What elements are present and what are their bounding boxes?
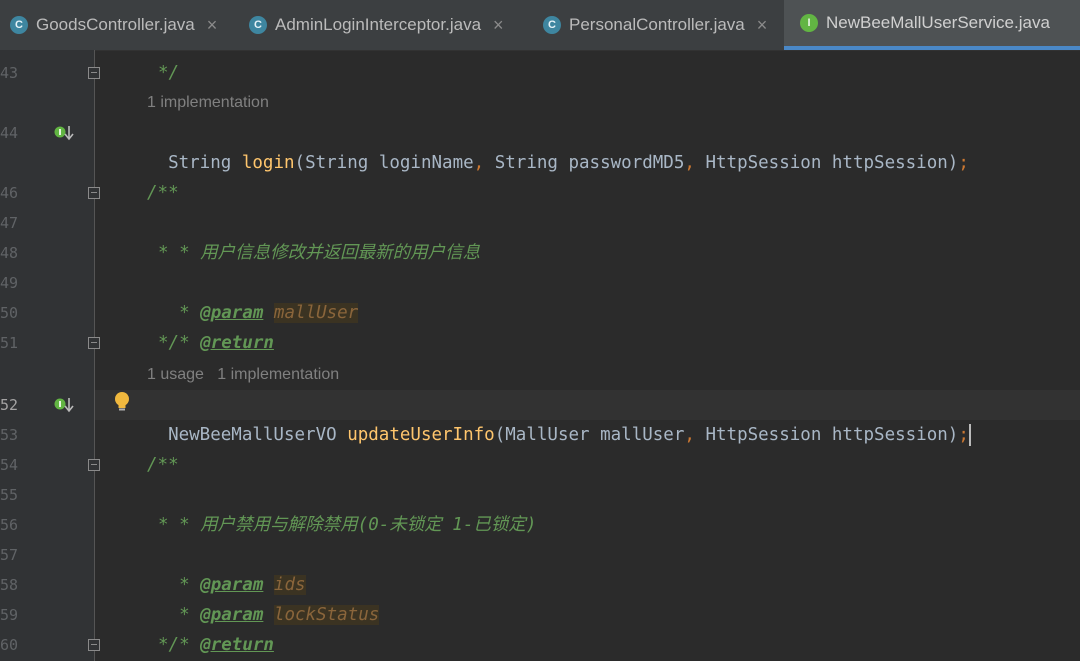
- tab-personal-controller[interactable]: C PersonalController.java ×: [543, 0, 767, 50]
- type-name: NewBeeMallUserVO: [168, 425, 348, 445]
- line-number: 59: [0, 606, 19, 624]
- close-icon[interactable]: ×: [207, 15, 218, 36]
- implementation-hint[interactable]: 1 implementation: [147, 88, 269, 118]
- line-number: 49: [0, 274, 19, 292]
- code-line-update: NewBeeMallUserVO updateUserInfo(MallUser…: [147, 390, 971, 446]
- method-name: updateUserInfo: [347, 425, 495, 445]
- semicolon: ;: [958, 425, 969, 445]
- javadoc-tag: @return: [200, 635, 274, 655]
- doc-comment-line: * @return: [158, 600, 274, 655]
- doc-star: *: [179, 243, 201, 263]
- line-number: 57: [0, 546, 19, 564]
- tab-label: PersonalController.java: [569, 15, 745, 34]
- tab-newbeemall-user-service[interactable]: I NewBeeMallUserService.java: [784, 0, 1080, 50]
- doc-comment-line: * 用户禁用与解除禁用(0-未锁定 1-已锁定): [158, 480, 536, 535]
- param: String loginName: [305, 153, 474, 173]
- doc-comment-line: * 用户信息修改并返回最新的用户信息: [158, 208, 480, 263]
- interface-icon: I: [800, 14, 818, 32]
- doc-comment-line: * @param mallUser: [158, 268, 359, 323]
- editor-tab-bar: C GoodsController.java × C AdminLoginInt…: [0, 0, 1080, 51]
- doc-comment-line: * @return: [158, 298, 274, 353]
- javadoc-param-name: mallUser: [273, 303, 359, 323]
- doc-star: *: [179, 515, 201, 535]
- tab-label: AdminLoginInterceptor.java: [275, 15, 482, 34]
- doc-comment-line: *: [158, 515, 169, 535]
- close-icon[interactable]: ×: [493, 15, 504, 36]
- paren: (: [294, 153, 306, 173]
- doc-comment-close: */: [158, 635, 180, 655]
- doc-comment-line: * @param ids: [158, 540, 306, 595]
- fold-toggle-icon[interactable]: [88, 639, 100, 651]
- doc-comment-close: */: [158, 333, 180, 353]
- tab-admin-login-interceptor[interactable]: C AdminLoginInterceptor.java ×: [249, 0, 504, 50]
- line-number: 53: [0, 426, 19, 444]
- doc-comment-line: *: [158, 243, 169, 263]
- param: String passwordMD5: [494, 153, 685, 173]
- line-number: 47: [0, 214, 19, 232]
- fold-toggle-icon[interactable]: [88, 187, 100, 199]
- class-icon: C: [543, 16, 561, 34]
- doc-text: 用户禁用与解除禁用(0-未锁定 1-已锁定): [200, 515, 537, 535]
- fold-toggle-icon[interactable]: [88, 67, 100, 79]
- text-caret: [968, 424, 971, 446]
- paren: ): [947, 425, 959, 445]
- tab-label: GoodsController.java: [36, 15, 195, 34]
- semicolon: ;: [958, 153, 969, 173]
- method-name: login: [241, 153, 295, 173]
- paren: ): [947, 153, 959, 173]
- type-name: String: [168, 153, 242, 173]
- line-number: 48: [0, 244, 19, 262]
- line-number: 55: [0, 486, 19, 504]
- doc-comment-line: * @param lockStatus: [158, 570, 380, 625]
- line-number: 54: [0, 456, 19, 474]
- paren: (: [494, 425, 506, 445]
- fold-toggle-icon[interactable]: [88, 459, 100, 471]
- close-icon[interactable]: ×: [757, 15, 768, 36]
- doc-comment-open: /**: [147, 455, 179, 475]
- comma: ,: [473, 153, 495, 173]
- line-number: 56: [0, 516, 19, 534]
- doc-text: 用户信息修改并返回最新的用户信息: [200, 243, 481, 263]
- comma: ,: [684, 153, 706, 173]
- gutter-divider: [94, 50, 95, 661]
- line-number: 46: [0, 184, 19, 202]
- fold-toggle-icon[interactable]: [88, 337, 100, 349]
- doc-comment-open: /**: [147, 183, 179, 203]
- tab-goods-controller[interactable]: C GoodsController.java ×: [10, 0, 217, 50]
- implemented-interface-icon[interactable]: [54, 396, 76, 414]
- lightbulb-icon[interactable]: [113, 391, 131, 413]
- param: HttpSession httpSession: [705, 425, 948, 445]
- tab-label: NewBeeMallUserService.java: [826, 13, 1050, 32]
- javadoc-tag: @return: [200, 333, 274, 353]
- implemented-interface-icon[interactable]: [54, 124, 76, 142]
- doc-star: *: [179, 635, 201, 655]
- doc-star: *: [179, 333, 201, 353]
- line-number: 51: [0, 334, 19, 352]
- line-number: 44: [0, 124, 19, 142]
- line-number: 43: [0, 64, 19, 82]
- param: HttpSession httpSession: [705, 153, 948, 173]
- javadoc-param-name: lockStatus: [273, 605, 380, 625]
- class-icon: C: [249, 16, 267, 34]
- usage-hint[interactable]: 1 usage 1 implementation: [147, 360, 339, 390]
- line-number-current: 52: [0, 396, 19, 414]
- code-line-login: String login(String loginName, String pa…: [147, 118, 969, 173]
- class-icon: C: [10, 16, 28, 34]
- param: MallUser mallUser: [505, 425, 685, 445]
- line-number: 58: [0, 576, 19, 594]
- line-number: 50: [0, 304, 19, 322]
- line-number: 60: [0, 636, 19, 654]
- code-line: */: [158, 63, 180, 83]
- comma: ,: [684, 425, 706, 445]
